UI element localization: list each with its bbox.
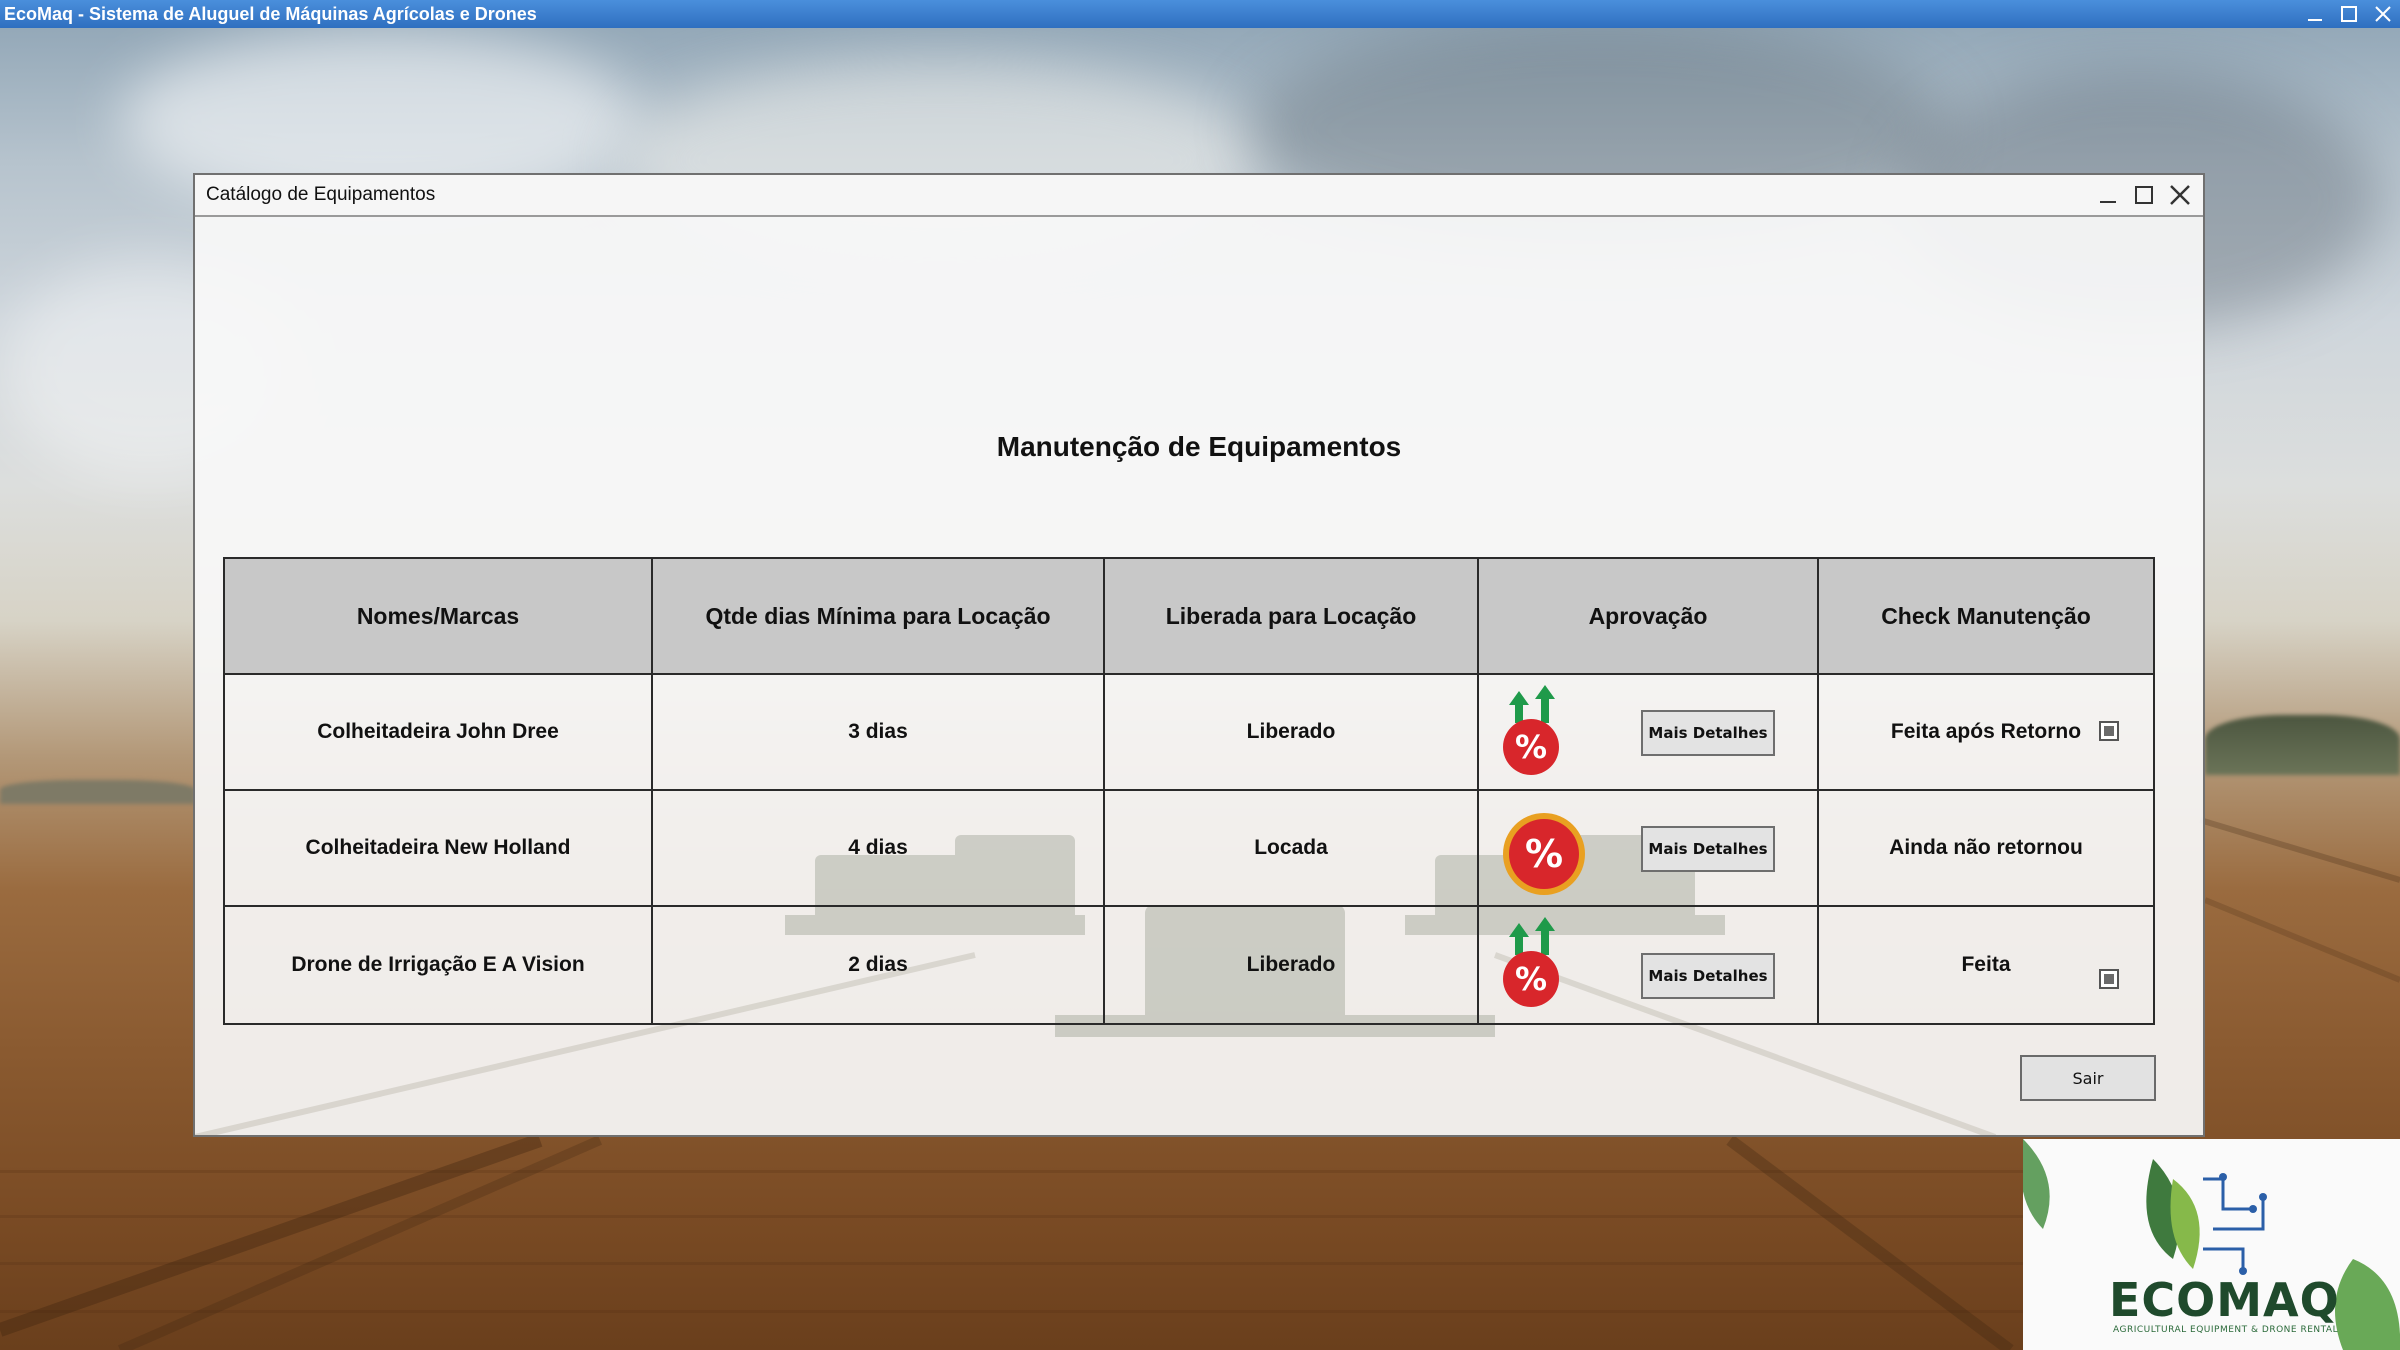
ecomaq-logo: ECOMAQ AGRICULTURAL EQUIPMENT & DRONE RE… [2023, 1139, 2400, 1350]
exit-button[interactable]: Sair [2020, 1055, 2156, 1101]
column-header-min-days: Qtde dias Mínima para Locação [653, 559, 1105, 675]
row-2-approval: % Mais Detalhes [1479, 791, 1819, 907]
svg-text:%: % [1515, 728, 1547, 766]
more-details-button[interactable]: Mais Detalhes [1641, 826, 1775, 872]
row-1-approval: % Mais Detalhes [1479, 675, 1819, 791]
maintenance-checkbox[interactable] [2099, 721, 2119, 741]
percent-badge-icon: % [1503, 813, 1585, 895]
row-2-name: Colheitadeira New Holland [225, 791, 653, 907]
app-titlebar: EcoMaq - Sistema de Aluguel de Máquinas … [0, 0, 2400, 28]
svg-text:%: % [1515, 960, 1547, 998]
row-3-min-days: 2 dias [653, 907, 1105, 1023]
row-1-status: Liberado [1105, 675, 1479, 791]
row-3-name: Drone de Irrigação E A Vision [225, 907, 653, 1023]
catalog-window-controls [2093, 175, 2195, 215]
app-title: EcoMaq - Sistema de Aluguel de Máquinas … [4, 4, 537, 24]
row-3-approval: % Mais Detalhes [1479, 907, 1819, 1023]
close-icon[interactable] [2165, 180, 2195, 210]
row-2-status: Locada [1105, 791, 1479, 907]
catalog-titlebar: Catálogo de Equipamentos [195, 175, 2203, 217]
maintenance-checkbox[interactable] [2099, 969, 2119, 989]
equipment-table: Nomes/Marcas Qtde dias Mínima para Locaç… [223, 557, 2155, 1025]
row-3-status: Liberado [1105, 907, 1479, 1023]
percent-growth-icon: % [1503, 685, 1559, 775]
row-1-name: Colheitadeira John Dree [225, 675, 653, 791]
row-1-maintenance: Feita após Retorno [1819, 675, 2153, 791]
maximize-icon[interactable] [2332, 0, 2366, 28]
more-details-button[interactable]: Mais Detalhes [1641, 953, 1775, 999]
close-icon[interactable] [2366, 0, 2400, 28]
row-2-maintenance-text: Ainda não retornou [1889, 836, 2083, 859]
row-2-maintenance: Ainda não retornou [1819, 791, 2153, 907]
minimize-icon[interactable] [2298, 0, 2332, 28]
column-header-approval: Aprovação [1479, 559, 1819, 675]
svg-text:%: % [1525, 832, 1563, 876]
logo-tagline: AGRICULTURAL EQUIPMENT & DRONE RENTAL [2113, 1325, 2339, 1335]
percent-growth-icon: % [1503, 917, 1559, 1007]
minimize-icon[interactable] [2093, 180, 2123, 210]
row-2-min-days: 4 dias [653, 791, 1105, 907]
row-3-maintenance: Feita [1819, 907, 2153, 1023]
row-1-min-days: 3 dias [653, 675, 1105, 791]
maximize-icon[interactable] [2129, 180, 2159, 210]
column-header-rental-status: Liberada para Locação [1105, 559, 1479, 675]
column-header-maintenance-check: Check Manutenção [1819, 559, 2153, 675]
catalog-window: Catálogo de Equipamentos Manutenção de E… [193, 173, 2205, 1137]
catalog-title: Catálogo de Equipamentos [206, 184, 436, 205]
column-header-names: Nomes/Marcas [225, 559, 653, 675]
page-title: Manutenção de Equipamentos [996, 431, 1402, 462]
logo-name: ECOMAQ [2109, 1273, 2340, 1327]
app-window-controls [2298, 0, 2400, 28]
more-details-button[interactable]: Mais Detalhes [1641, 710, 1775, 756]
